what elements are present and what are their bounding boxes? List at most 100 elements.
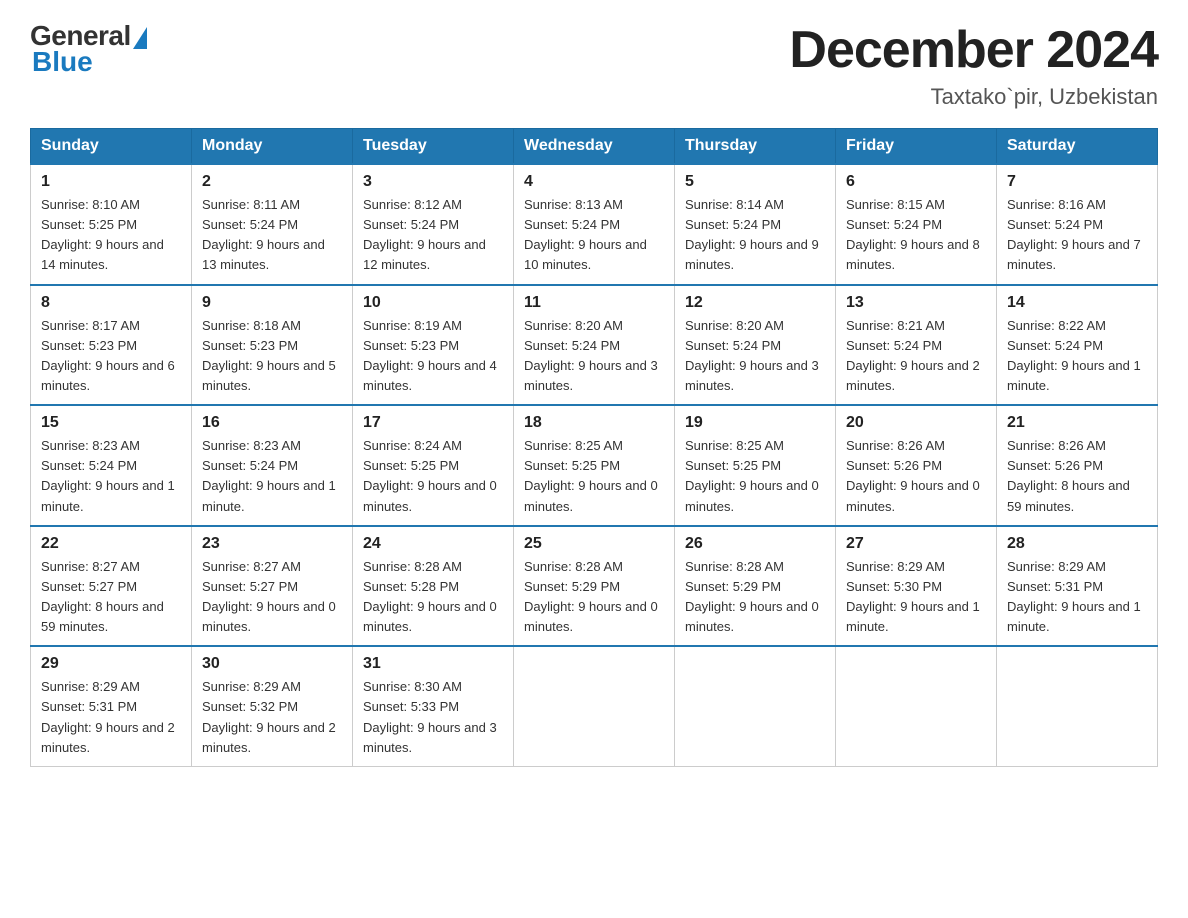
table-row: 5 Sunrise: 8:14 AMSunset: 5:24 PMDayligh… [675,164,836,285]
table-row [675,646,836,766]
day-info: Sunrise: 8:22 AMSunset: 5:24 PMDaylight:… [1007,318,1141,393]
table-row: 7 Sunrise: 8:16 AMSunset: 5:24 PMDayligh… [997,164,1158,285]
day-info: Sunrise: 8:20 AMSunset: 5:24 PMDaylight:… [524,318,658,393]
day-number: 26 [685,535,825,553]
table-row: 15 Sunrise: 8:23 AMSunset: 5:24 PMDaylig… [31,405,192,526]
day-info: Sunrise: 8:25 AMSunset: 5:25 PMDaylight:… [524,438,658,513]
header-thursday: Thursday [675,129,836,165]
header-tuesday: Tuesday [353,129,514,165]
calendar-header: Sunday Monday Tuesday Wednesday Thursday… [31,129,1158,165]
table-row: 28 Sunrise: 8:29 AMSunset: 5:31 PMDaylig… [997,526,1158,647]
logo-blue-text: Blue [32,46,93,78]
table-row [997,646,1158,766]
day-info: Sunrise: 8:27 AMSunset: 5:27 PMDaylight:… [202,559,336,634]
table-row: 30 Sunrise: 8:29 AMSunset: 5:32 PMDaylig… [192,646,353,766]
day-info: Sunrise: 8:26 AMSunset: 5:26 PMDaylight:… [1007,438,1130,513]
day-info: Sunrise: 8:28 AMSunset: 5:28 PMDaylight:… [363,559,497,634]
day-number: 8 [41,294,181,312]
table-row [514,646,675,766]
table-row: 29 Sunrise: 8:29 AMSunset: 5:31 PMDaylig… [31,646,192,766]
table-row: 22 Sunrise: 8:27 AMSunset: 5:27 PMDaylig… [31,526,192,647]
day-number: 24 [363,535,503,553]
day-info: Sunrise: 8:28 AMSunset: 5:29 PMDaylight:… [524,559,658,634]
table-row: 8 Sunrise: 8:17 AMSunset: 5:23 PMDayligh… [31,285,192,406]
table-row: 9 Sunrise: 8:18 AMSunset: 5:23 PMDayligh… [192,285,353,406]
calendar-table: Sunday Monday Tuesday Wednesday Thursday… [30,128,1158,767]
table-row: 26 Sunrise: 8:28 AMSunset: 5:29 PMDaylig… [675,526,836,647]
day-number: 3 [363,173,503,191]
logo-triangle-icon [133,27,147,49]
day-info: Sunrise: 8:16 AMSunset: 5:24 PMDaylight:… [1007,197,1141,272]
day-number: 7 [1007,173,1147,191]
day-info: Sunrise: 8:29 AMSunset: 5:31 PMDaylight:… [41,679,175,754]
table-row: 20 Sunrise: 8:26 AMSunset: 5:26 PMDaylig… [836,405,997,526]
day-info: Sunrise: 8:11 AMSunset: 5:24 PMDaylight:… [202,197,325,272]
day-info: Sunrise: 8:23 AMSunset: 5:24 PMDaylight:… [202,438,336,513]
table-row: 27 Sunrise: 8:29 AMSunset: 5:30 PMDaylig… [836,526,997,647]
day-number: 20 [846,414,986,432]
table-row: 16 Sunrise: 8:23 AMSunset: 5:24 PMDaylig… [192,405,353,526]
day-info: Sunrise: 8:26 AMSunset: 5:26 PMDaylight:… [846,438,980,513]
day-number: 12 [685,294,825,312]
day-number: 4 [524,173,664,191]
header-monday: Monday [192,129,353,165]
table-row: 12 Sunrise: 8:20 AMSunset: 5:24 PMDaylig… [675,285,836,406]
day-info: Sunrise: 8:29 AMSunset: 5:30 PMDaylight:… [846,559,980,634]
table-row: 6 Sunrise: 8:15 AMSunset: 5:24 PMDayligh… [836,164,997,285]
location-subtitle: Taxtako`pir, Uzbekistan [789,84,1158,110]
day-info: Sunrise: 8:24 AMSunset: 5:25 PMDaylight:… [363,438,497,513]
table-row: 17 Sunrise: 8:24 AMSunset: 5:25 PMDaylig… [353,405,514,526]
table-row: 14 Sunrise: 8:22 AMSunset: 5:24 PMDaylig… [997,285,1158,406]
table-row: 19 Sunrise: 8:25 AMSunset: 5:25 PMDaylig… [675,405,836,526]
day-info: Sunrise: 8:13 AMSunset: 5:24 PMDaylight:… [524,197,647,272]
table-row: 4 Sunrise: 8:13 AMSunset: 5:24 PMDayligh… [514,164,675,285]
day-number: 22 [41,535,181,553]
table-row: 11 Sunrise: 8:20 AMSunset: 5:24 PMDaylig… [514,285,675,406]
day-number: 2 [202,173,342,191]
header-wednesday: Wednesday [514,129,675,165]
day-number: 16 [202,414,342,432]
table-row: 2 Sunrise: 8:11 AMSunset: 5:24 PMDayligh… [192,164,353,285]
day-info: Sunrise: 8:27 AMSunset: 5:27 PMDaylight:… [41,559,164,634]
day-number: 31 [363,655,503,673]
day-number: 27 [846,535,986,553]
table-row: 24 Sunrise: 8:28 AMSunset: 5:28 PMDaylig… [353,526,514,647]
day-info: Sunrise: 8:30 AMSunset: 5:33 PMDaylight:… [363,679,497,754]
table-row: 10 Sunrise: 8:19 AMSunset: 5:23 PMDaylig… [353,285,514,406]
table-row: 23 Sunrise: 8:27 AMSunset: 5:27 PMDaylig… [192,526,353,647]
day-info: Sunrise: 8:15 AMSunset: 5:24 PMDaylight:… [846,197,980,272]
day-info: Sunrise: 8:21 AMSunset: 5:24 PMDaylight:… [846,318,980,393]
calendar-title: December 2024 [789,20,1158,80]
table-row: 25 Sunrise: 8:28 AMSunset: 5:29 PMDaylig… [514,526,675,647]
day-number: 13 [846,294,986,312]
day-number: 30 [202,655,342,673]
day-info: Sunrise: 8:17 AMSunset: 5:23 PMDaylight:… [41,318,175,393]
day-number: 21 [1007,414,1147,432]
day-number: 11 [524,294,664,312]
day-info: Sunrise: 8:29 AMSunset: 5:32 PMDaylight:… [202,679,336,754]
day-info: Sunrise: 8:10 AMSunset: 5:25 PMDaylight:… [41,197,164,272]
day-number: 29 [41,655,181,673]
header-sunday: Sunday [31,129,192,165]
day-number: 17 [363,414,503,432]
day-number: 28 [1007,535,1147,553]
day-info: Sunrise: 8:28 AMSunset: 5:29 PMDaylight:… [685,559,819,634]
table-row [836,646,997,766]
header-friday: Friday [836,129,997,165]
day-number: 25 [524,535,664,553]
header-saturday: Saturday [997,129,1158,165]
day-number: 10 [363,294,503,312]
calendar-body: 1 Sunrise: 8:10 AMSunset: 5:25 PMDayligh… [31,164,1158,766]
day-info: Sunrise: 8:18 AMSunset: 5:23 PMDaylight:… [202,318,336,393]
table-row: 3 Sunrise: 8:12 AMSunset: 5:24 PMDayligh… [353,164,514,285]
day-info: Sunrise: 8:20 AMSunset: 5:24 PMDaylight:… [685,318,819,393]
day-number: 23 [202,535,342,553]
day-number: 15 [41,414,181,432]
day-info: Sunrise: 8:23 AMSunset: 5:24 PMDaylight:… [41,438,175,513]
day-number: 9 [202,294,342,312]
day-number: 14 [1007,294,1147,312]
day-info: Sunrise: 8:12 AMSunset: 5:24 PMDaylight:… [363,197,486,272]
title-block: December 2024 Taxtako`pir, Uzbekistan [789,20,1158,110]
logo: General Blue [30,20,147,78]
day-number: 6 [846,173,986,191]
